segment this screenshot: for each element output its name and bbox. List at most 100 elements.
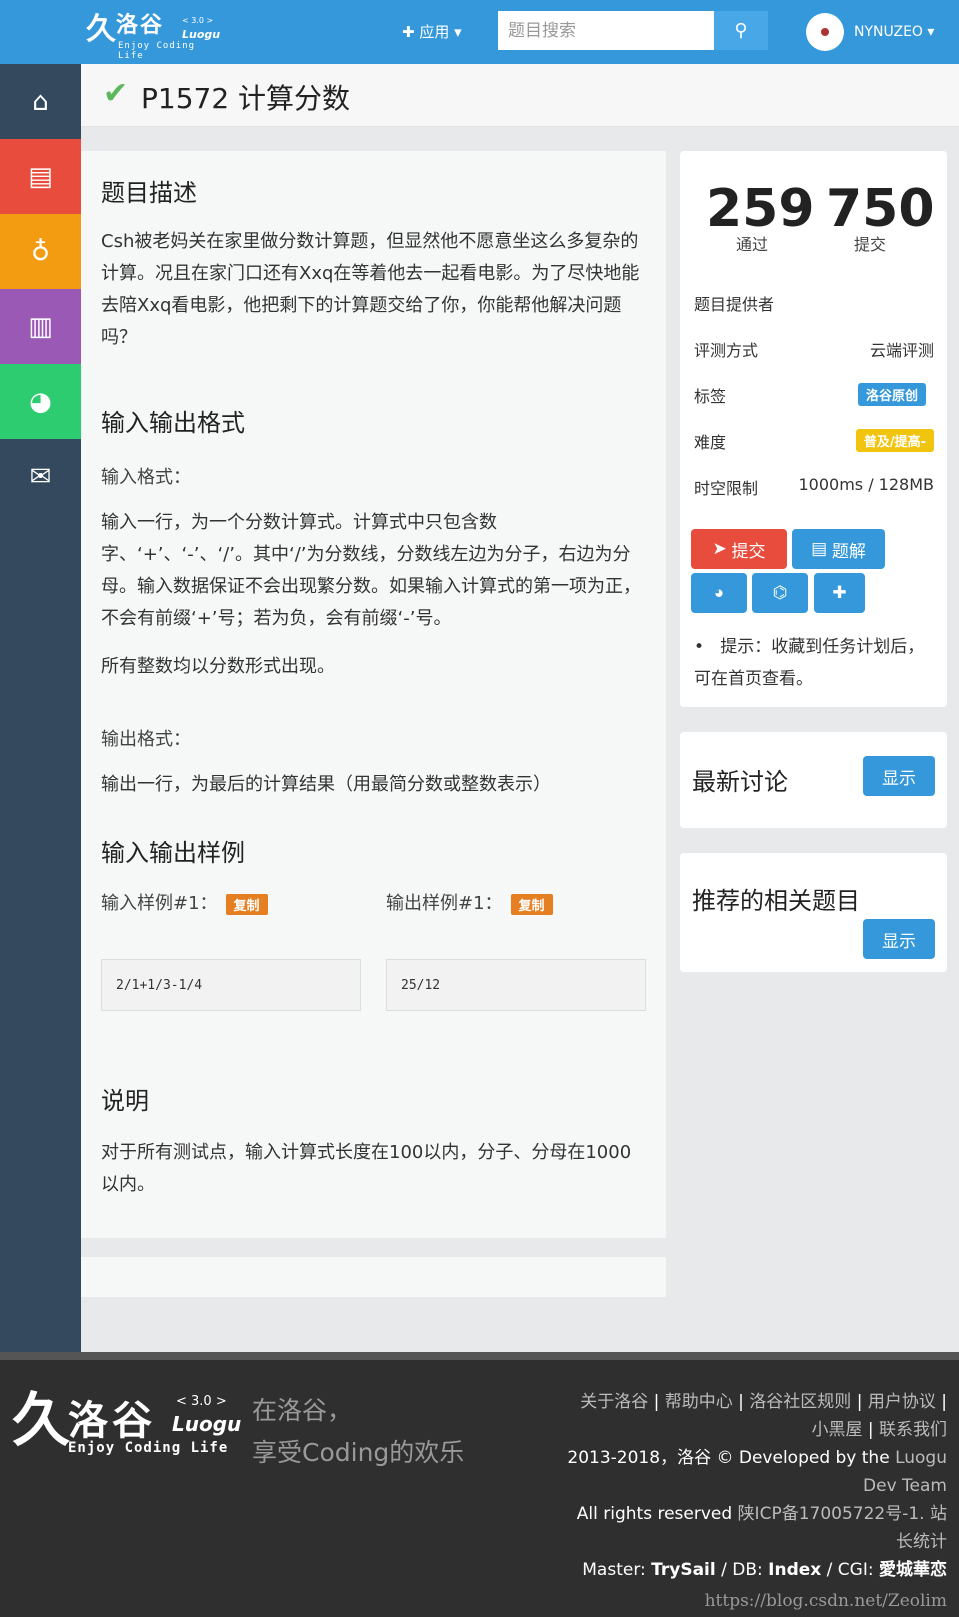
footer-icp-link[interactable]: 陕ICP备17005722号-1. bbox=[738, 1504, 925, 1524]
pass-count: 259 bbox=[706, 179, 815, 239]
note-heading: 说明 bbox=[101, 1087, 149, 1115]
output-format-label: 输出格式： bbox=[101, 729, 191, 750]
footer-logo-subtitle: Enjoy Coding Life bbox=[68, 1440, 229, 1456]
tag-label: 标签 bbox=[694, 387, 727, 406]
copy-input-button[interactable]: 复制 bbox=[225, 893, 268, 915]
footer-link-blackroom[interactable]: 小黑屋 bbox=[811, 1420, 862, 1440]
cgi-value: 愛城華恋 bbox=[879, 1560, 947, 1580]
caret-down-icon: ▾ bbox=[922, 24, 935, 40]
sidebar-item-records[interactable]: ▥ bbox=[0, 289, 81, 364]
footer-divider bbox=[0, 1352, 959, 1360]
related-problems-card: 推荐的相关题目 显示 bbox=[680, 853, 947, 972]
luogu-logo[interactable]: 久 洛谷 < 3.0 > Luogu Enjoy Coding Life bbox=[86, 12, 220, 62]
footer-link-agreement[interactable]: 用户协议 bbox=[868, 1392, 936, 1412]
bar-chart-icon: ▥ bbox=[28, 311, 53, 342]
copy-output-button[interactable]: 复制 bbox=[510, 893, 553, 915]
slogan-line-2: 享受Coding的欢乐 bbox=[252, 1438, 465, 1467]
footer-link-about[interactable]: 关于洛谷 bbox=[580, 1392, 648, 1412]
logo-version: < 3.0 > bbox=[182, 16, 214, 25]
sample-output-box[interactable]: 25/12 bbox=[386, 959, 646, 1011]
discussion-title: 最新讨论 bbox=[692, 768, 788, 796]
difficulty-label: 难度 bbox=[694, 433, 727, 452]
db-value: Index bbox=[768, 1560, 822, 1580]
watermark: https://blog.csdn.net/Zeolim bbox=[704, 1591, 947, 1611]
task-tip: • 提示：收藏到任务计划后，可在首页查看。 bbox=[694, 631, 934, 695]
latest-discussion-card: 最新讨论 显示 bbox=[680, 732, 947, 828]
comments-icon: ✉ bbox=[29, 461, 52, 492]
sidebar-item-ranking[interactable]: ◕ bbox=[0, 364, 81, 439]
note-text: 对于所有测试点，输入计算式长度在100以内，分子、分母在1000以内。 bbox=[101, 1142, 632, 1195]
sidebar-item-discuss[interactable]: ✉ bbox=[0, 439, 81, 514]
difficulty-badge: 普及/提高- bbox=[855, 429, 934, 452]
footer-links: 关于洛谷 | 帮助中心 | 洛谷社区规则 | 用户协议 | 小黑屋 | 联系我们… bbox=[567, 1392, 947, 1580]
provider-label: 题目提供者 bbox=[694, 295, 775, 314]
plus-icon: ✚ bbox=[832, 583, 847, 602]
sample-output-label: 输出样例#1： 复制 bbox=[386, 889, 553, 915]
tag-row: 标签 洛谷原创 bbox=[694, 383, 934, 406]
problem-content: 题目描述 Csh被老妈关在家里做分数计算题，但显然他不愿意坐这么多复杂的计算。况… bbox=[81, 151, 666, 1238]
samples-heading: 输入输出样例 bbox=[101, 839, 245, 867]
submit-label: 提交 bbox=[854, 235, 887, 254]
footer-logo-version: < 3.0 > bbox=[176, 1394, 227, 1409]
user-menu[interactable]: NYNUZEO ▾ bbox=[806, 12, 934, 52]
limit-label: 时空限制 bbox=[694, 479, 759, 498]
output-format-text: 输出一行，为最后的计算结果（用最简分数或整数表示） bbox=[101, 774, 551, 795]
search-input[interactable] bbox=[498, 11, 714, 50]
statistics-button[interactable]: ◕ bbox=[691, 573, 747, 613]
puzzle-icon: ✚ bbox=[402, 23, 415, 41]
sidebar: ⌂ ▤ ♁ ▥ ◕ ✉ bbox=[0, 64, 81, 1352]
logo-subtitle: Enjoy Coding Life bbox=[118, 41, 196, 61]
judge-row: 评测方式 云端评测 bbox=[694, 337, 934, 360]
sidebar-item-problems[interactable]: ▤ bbox=[0, 139, 81, 214]
lightbulb-icon: ♁ bbox=[30, 236, 51, 267]
footer-link-help[interactable]: 帮助中心 bbox=[665, 1392, 733, 1412]
footer: 久 洛谷 < 3.0 > Luogu Enjoy Coding Life 在洛谷… bbox=[0, 1360, 959, 1617]
tag-badge[interactable]: 洛谷原创 bbox=[857, 383, 926, 406]
problem-info-card: 259 通过 750 提交 题目提供者 评测方式 云端评测 标签 洛谷原创 难度… bbox=[680, 151, 947, 707]
apps-menu[interactable]: ✚ 应用 ▾ bbox=[402, 20, 462, 44]
submit-button-label: 提交 bbox=[731, 541, 766, 561]
tags-button[interactable]: ⌬ bbox=[752, 573, 808, 613]
show-related-button[interactable]: 显示 bbox=[863, 919, 935, 959]
logo-text: 洛谷 bbox=[116, 13, 165, 38]
show-discussion-button[interactable]: 显示 bbox=[863, 756, 935, 796]
submit-button[interactable]: ➤ 提交 bbox=[691, 529, 787, 569]
sidebar-item-home[interactable]: ⌂ bbox=[0, 64, 81, 139]
provider-row: 题目提供者 bbox=[694, 291, 934, 314]
footer-link-rules[interactable]: 洛谷社区规则 bbox=[749, 1392, 851, 1412]
problem-content-footer bbox=[81, 1257, 666, 1297]
slogan-line-1: 在洛谷， bbox=[252, 1396, 353, 1425]
db-label: DB: bbox=[732, 1560, 763, 1580]
check-icon: ✔ bbox=[103, 76, 129, 111]
book-icon: ▤ bbox=[811, 539, 832, 558]
apps-label: 应用 bbox=[419, 23, 450, 41]
sample-input-label: 输入样例#1： 复制 bbox=[101, 889, 268, 915]
sample-input-box[interactable]: 2/1+1/3-1/4 bbox=[101, 959, 361, 1011]
cgi-label: CGI: bbox=[837, 1560, 874, 1580]
solution-button[interactable]: ▤ 题解 bbox=[792, 529, 885, 569]
io-format-heading: 输入输出格式 bbox=[101, 409, 245, 437]
footer-rights: All rights reserved bbox=[576, 1504, 733, 1524]
footer-link-contact[interactable]: 联系我们 bbox=[879, 1420, 947, 1440]
limit-value: 1000ms / 128MB bbox=[798, 475, 934, 494]
search-button[interactable]: ⚲ bbox=[714, 11, 768, 50]
logo-mark: 久 bbox=[86, 12, 116, 47]
limit-row: 时空限制 1000ms / 128MB bbox=[694, 475, 934, 498]
caret-down-icon: ▾ bbox=[454, 23, 462, 41]
description-heading: 题目描述 bbox=[101, 179, 197, 207]
search-icon: ⚲ bbox=[734, 20, 748, 40]
pass-label: 通过 bbox=[736, 235, 769, 254]
description-text: Csh被老妈关在家里做分数计算题，但显然他不愿意坐这么多复杂的计算。况且在家门口… bbox=[101, 231, 640, 348]
sample-output-label-text: 输出样例#1： bbox=[386, 893, 503, 914]
task-tip-text: 提示：收藏到任务计划后，可在首页查看。 bbox=[694, 637, 925, 689]
page-title: P1572 计算分数 bbox=[141, 82, 351, 115]
book-icon: ▤ bbox=[28, 161, 53, 192]
tags-icon: ⌬ bbox=[772, 583, 788, 602]
add-task-button[interactable]: ✚ bbox=[814, 573, 865, 613]
submit-count: 750 bbox=[826, 179, 935, 239]
sidebar-item-tasks[interactable]: ♁ bbox=[0, 214, 81, 289]
pie-chart-icon: ◕ bbox=[713, 583, 725, 602]
avatar bbox=[806, 13, 844, 51]
input-format-text: 输入一行，为一个分数计算式。计算式中只包含数字、‘+’、‘-’、‘/’。其中‘/… bbox=[101, 512, 641, 629]
paper-plane-icon: ➤ bbox=[712, 539, 732, 558]
